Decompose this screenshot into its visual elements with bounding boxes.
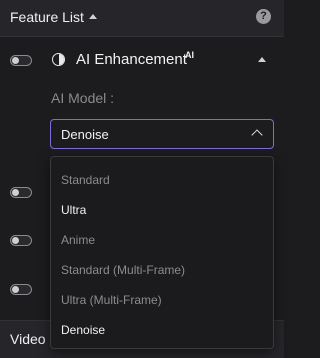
- feature-toggle-3[interactable]: [10, 235, 32, 246]
- contrast-icon: [52, 53, 65, 66]
- option-denoise[interactable]: Denoise: [61, 323, 105, 337]
- feature-list-title: Feature List: [10, 9, 84, 25]
- collapse-caret-icon[interactable]: [89, 14, 97, 19]
- ai-model-label: AI Model :: [51, 90, 115, 106]
- option-standard[interactable]: Standard: [61, 173, 110, 187]
- chevron-up-icon: [251, 129, 263, 141]
- feature-list-header: Feature List ?: [0, 0, 284, 37]
- ai-model-dropdown: Standard Ultra Anime Standard (Multi-Fra…: [50, 156, 274, 349]
- selected-model-value: Denoise: [61, 127, 109, 142]
- feature-toggle-2[interactable]: [10, 187, 32, 198]
- option-ultra[interactable]: Ultra: [61, 203, 86, 217]
- ai-model-select[interactable]: Denoise: [50, 119, 274, 149]
- ai-badge: AI: [185, 50, 194, 60]
- option-ultra-multi-frame[interactable]: Ultra (Multi-Frame): [61, 293, 162, 307]
- option-standard-multi-frame[interactable]: Standard (Multi-Frame): [61, 263, 185, 277]
- ai-enhancement-title: AI Enhancement: [76, 51, 187, 68]
- option-anime[interactable]: Anime: [61, 233, 95, 247]
- ai-enhancement-toggle[interactable]: [10, 55, 32, 66]
- help-icon[interactable]: ?: [256, 9, 271, 24]
- feature-toggle-4[interactable]: [10, 284, 32, 295]
- section-collapse-caret-icon[interactable]: [258, 57, 266, 62]
